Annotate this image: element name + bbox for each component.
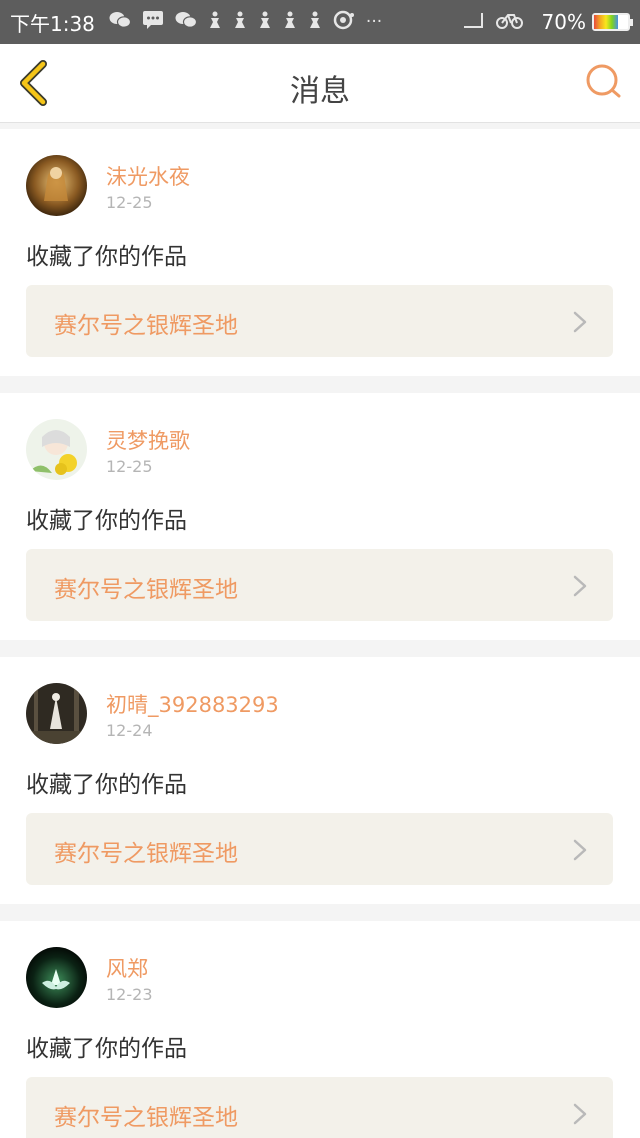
- work-link[interactable]: 赛尔号之银辉圣地: [26, 813, 613, 885]
- message-card: 沫光水夜 12-25 收藏了你的作品 赛尔号之银辉圣地: [0, 129, 640, 376]
- more-dots: ···: [365, 12, 383, 32]
- signal-icon: [462, 11, 484, 34]
- search-button[interactable]: [584, 62, 624, 102]
- message-list: 沫光水夜 12-25 收藏了你的作品 赛尔号之银辉圣地 灵梦挽歌 12-25 收…: [0, 129, 640, 1138]
- notification-icon: [233, 10, 247, 35]
- avatar[interactable]: [26, 155, 87, 216]
- sender-name[interactable]: 初晴_392883293: [106, 689, 279, 719]
- message-date: 12-25: [106, 457, 153, 476]
- navigation-bar: 消息: [0, 44, 640, 123]
- battery-icon: [592, 13, 633, 31]
- chevron-right-icon: [573, 575, 587, 597]
- work-title: 赛尔号之银辉圣地: [54, 577, 238, 603]
- message-text: 收藏了你的作品: [26, 508, 187, 534]
- chevron-right-icon: [573, 839, 587, 861]
- notification-icon: [258, 10, 272, 35]
- wechat-icon: [109, 11, 132, 34]
- work-title: 赛尔号之银辉圣地: [54, 841, 238, 867]
- message-date: 12-25: [106, 193, 153, 212]
- message-date: 12-24: [106, 721, 153, 740]
- notification-icons: ···: [109, 10, 393, 35]
- work-link[interactable]: 赛尔号之银辉圣地: [26, 1077, 613, 1138]
- message-date: 12-23: [106, 985, 153, 1004]
- notification-icon: [283, 10, 297, 35]
- page-title: 消息: [290, 74, 350, 109]
- sender-name[interactable]: 灵梦挽歌: [106, 425, 190, 455]
- battery-level: [594, 15, 618, 29]
- chevron-right-icon: [573, 1103, 587, 1125]
- message-text: 收藏了你的作品: [26, 244, 187, 270]
- status-right: 70%: [462, 10, 633, 35]
- message-card: 灵梦挽歌 12-25 收藏了你的作品 赛尔号之银辉圣地: [0, 393, 640, 640]
- sender-name[interactable]: 沫光水夜: [106, 161, 190, 191]
- status-time: 下午1:38: [10, 11, 95, 36]
- message-card: 初晴_392883293 12-24 收藏了你的作品 赛尔号之银辉圣地: [0, 657, 640, 904]
- avatar[interactable]: [26, 419, 87, 480]
- message-text: 收藏了你的作品: [26, 1036, 187, 1062]
- sms-icon: [142, 10, 164, 35]
- work-link[interactable]: 赛尔号之银辉圣地: [26, 549, 613, 621]
- wechat-icon: [175, 11, 198, 34]
- avatar[interactable]: [26, 947, 87, 1008]
- work-title: 赛尔号之银辉圣地: [54, 1105, 238, 1131]
- message-text: 收藏了你的作品: [26, 772, 187, 798]
- search-icon: [586, 64, 621, 98]
- message-card: 风郑 12-23 收藏了你的作品 赛尔号之银辉圣地: [0, 921, 640, 1138]
- battery-percent: 70%: [541, 10, 586, 34]
- status-bar: 下午1:38 ··· 70%: [0, 0, 640, 44]
- app-icon: [333, 10, 355, 35]
- avatar[interactable]: [26, 683, 87, 744]
- notification-icon: [308, 10, 322, 35]
- sender-name[interactable]: 风郑: [106, 953, 148, 983]
- work-title: 赛尔号之银辉圣地: [54, 313, 238, 339]
- notification-icon: [208, 10, 222, 35]
- work-link[interactable]: 赛尔号之银辉圣地: [26, 285, 613, 357]
- chevron-right-icon: [573, 311, 587, 333]
- bike-icon: [495, 10, 525, 35]
